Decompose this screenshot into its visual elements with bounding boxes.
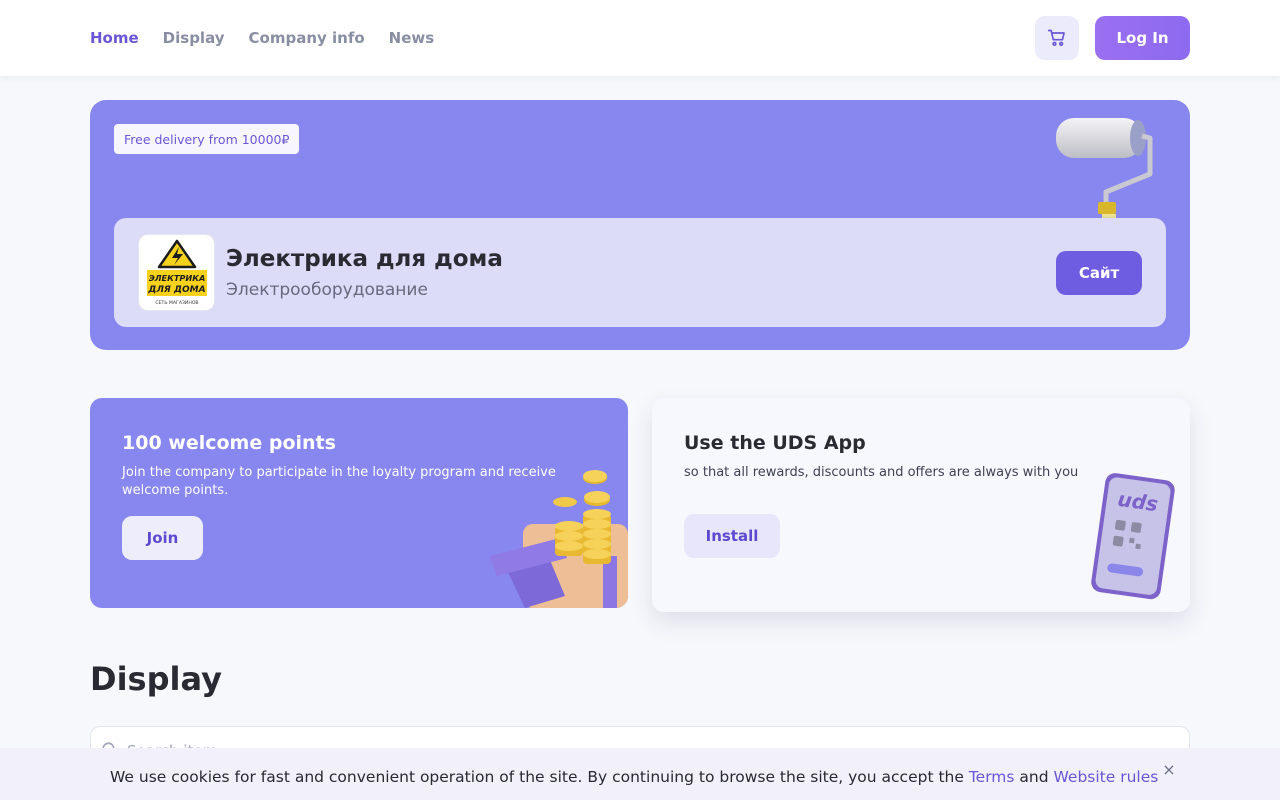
install-button[interactable]: Install — [684, 514, 780, 558]
website-button[interactable]: Сайт — [1056, 251, 1142, 295]
company-card: ЭЛЕКТРИКА ДЛЯ ДОМА СЕТЬ МАГАЗИНОВ Электр… — [114, 218, 1166, 327]
nav-company-info[interactable]: Company info — [249, 29, 365, 47]
uds-app-title: Use the UDS App — [684, 432, 866, 454]
logo-line-1: ЭЛЕКТРИКА — [148, 273, 205, 283]
cookie-message: We use cookies for fast and convenient o… — [110, 768, 969, 786]
uds-app-card: Use the UDS App so that all rewards, dis… — [652, 398, 1190, 612]
site-header: Home Display Company info News Log In — [0, 0, 1280, 76]
cart-button[interactable] — [1035, 16, 1079, 60]
uds-app-text: so that all rewards, discounts and offer… — [684, 465, 1079, 480]
main-nav: Home Display Company info News — [90, 0, 434, 76]
company-logo-image: ЭЛЕКТРИКА ДЛЯ ДОМА СЕТЬ МАГАЗИНОВ — [140, 236, 213, 309]
logo-line-2: ДЛЯ ДОМА — [147, 285, 205, 295]
cart-icon — [1047, 29, 1065, 46]
nav-home[interactable]: Home — [90, 29, 139, 47]
welcome-points-card: 100 welcome points Join the company to p… — [90, 398, 628, 608]
nav-display[interactable]: Display — [163, 29, 225, 47]
nav-news[interactable]: News — [389, 29, 435, 47]
login-button[interactable]: Log In — [1095, 16, 1190, 60]
uds-phone-icon: uds — [1091, 473, 1175, 600]
company-name: Электрика для дома — [226, 246, 503, 272]
free-delivery-badge: Free delivery from 10000₽ — [114, 124, 300, 154]
logo-line-3: СЕТЬ МАГАЗИНОВ — [155, 300, 198, 306]
join-button[interactable]: Join — [122, 516, 203, 560]
welcome-points-title: 100 welcome points — [122, 432, 336, 454]
gift-coins-icon — [490, 470, 628, 608]
cookie-text: We use cookies for fast and convenient o… — [110, 768, 1158, 786]
company-hero: Free delivery from 10000₽ ЭЛЕКТРИКА ДЛЯ … — [90, 100, 1190, 350]
company-logo: ЭЛЕКТРИКА ДЛЯ ДОМА СЕТЬ МАГАЗИНОВ — [138, 234, 215, 311]
cookie-and: and — [1014, 768, 1054, 786]
display-section-title: Display — [90, 660, 222, 698]
terms-link[interactable]: Terms — [969, 768, 1015, 786]
cookie-banner: We use cookies for fast and convenient o… — [0, 748, 1280, 800]
website-rules-link[interactable]: Website rules — [1054, 768, 1159, 786]
close-icon[interactable]: × — [1160, 760, 1178, 779]
company-category: Электрооборудование — [226, 280, 428, 300]
